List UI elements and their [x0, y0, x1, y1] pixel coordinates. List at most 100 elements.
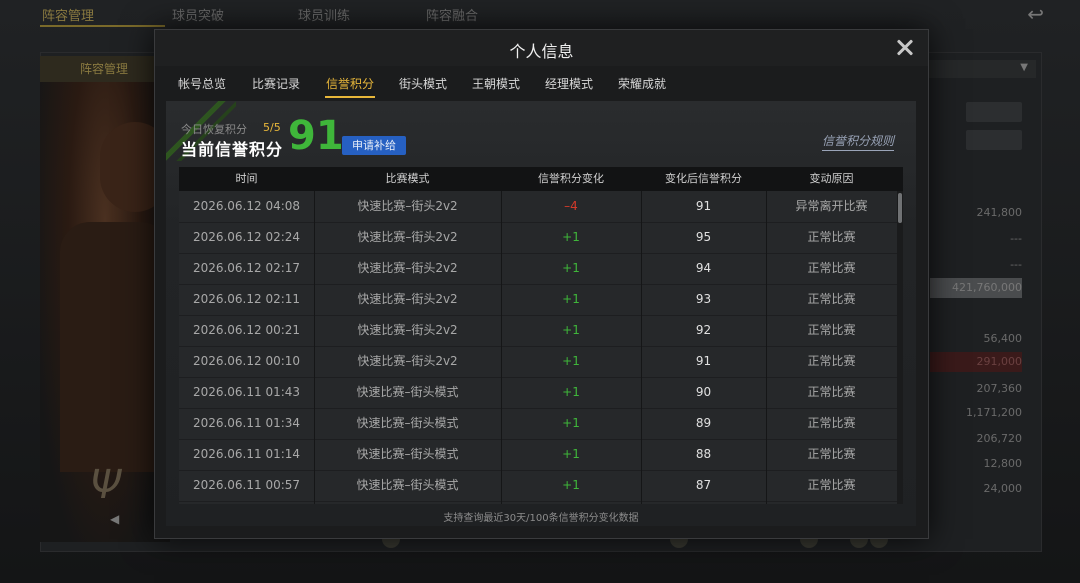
tab-dynasty-mode[interactable]: 王朝模式 — [471, 70, 521, 98]
table-body: 2026.06.12 04:08 快速比赛–街头2v2 –4 91 异常离开比赛 2026… — [179, 191, 897, 504]
column-divider — [501, 191, 502, 504]
modal-header: 个人信息 — [155, 30, 928, 66]
player-portrait: Ψ ◀ — [40, 82, 170, 542]
cell-reason: 正常比赛 — [807, 416, 856, 430]
bg-value: 12,800 — [983, 457, 1023, 470]
modal-title: 个人信息 — [509, 42, 574, 61]
table-row: 2026.06.12 00:21 快速比赛–街头2v2 +1 92 正常比赛 — [179, 315, 897, 347]
cell-mode: 快速比赛–街头2v2 — [357, 230, 458, 244]
bg-dropdown[interactable]: ▼ — [928, 60, 1036, 78]
back-arrow-icon[interactable]: ↩ — [1027, 2, 1044, 26]
header-reason: 变动原因 — [809, 172, 854, 185]
cell-time: 2026.06.12 00:10 — [192, 354, 301, 368]
credit-history-table: 时间 比赛模式 信誉积分变化 变化后信誉积分 变动原因 2026.06.12 0… — [179, 167, 903, 504]
player-signature: Ψ — [90, 462, 122, 508]
cell-reason: 正常比赛 — [807, 478, 856, 492]
bg-button-1[interactable] — [966, 102, 1022, 122]
cell-reason: 正常比赛 — [807, 323, 856, 337]
tab-honor-achievements[interactable]: 荣耀成就 — [617, 70, 667, 98]
header-delta: 信誉积分变化 — [538, 172, 604, 185]
table-scrollbar[interactable] — [897, 191, 903, 504]
table-row: 2026.06.11 01:34 快速比赛–街头模式 +1 89 正常比赛 — [179, 408, 897, 440]
cell-reason: 正常比赛 — [807, 354, 856, 368]
cell-after: 91 — [695, 354, 712, 368]
cell-delta: +1 — [562, 261, 580, 275]
cell-time: 2026.06.12 04:08 — [192, 199, 301, 213]
cell-delta: +1 — [562, 323, 580, 337]
cell-mode: 快速比赛–街头2v2 — [357, 199, 458, 213]
cell-mode: 快速比赛–街头模式 — [356, 447, 459, 461]
cell-reason: 正常比赛 — [807, 292, 856, 306]
cell-after: 90 — [695, 385, 712, 399]
table-row: 2026.06.12 02:11 快速比赛–街头2v2 +1 93 正常比赛 — [179, 284, 897, 316]
cell-mode: 快速比赛–街头模式 — [356, 385, 459, 399]
bg-value: --- — [1010, 232, 1022, 245]
close-icon[interactable] — [894, 36, 916, 58]
tab-manager-mode[interactable]: 经理模式 — [544, 70, 594, 98]
tab-credit-score[interactable]: 信誉积分 — [325, 70, 375, 98]
cell-reason: 正常比赛 — [807, 385, 856, 399]
cell-after: 91 — [695, 199, 712, 213]
column-divider — [314, 191, 315, 504]
cell-mode: 快速比赛–街头模式 — [356, 478, 459, 492]
current-score-value: 91 — [288, 113, 344, 159]
modal-tabs: 帐号总览 比赛记录 信誉积分 街头模式 王朝模式 经理模式 荣耀成就 — [155, 70, 928, 98]
cell-time: 2026.06.11 00:57 — [192, 478, 301, 492]
bg-value: 1,171,200 — [966, 406, 1022, 419]
bg-tab-breakthrough[interactable]: 球员突破 — [172, 5, 224, 24]
play-icon[interactable]: ◀ — [110, 512, 119, 526]
personal-info-modal: 个人信息 帐号总览 比赛记录 信誉积分 街头模式 王朝模式 经理模式 荣耀成就 … — [154, 29, 929, 539]
cell-mode: 快速比赛–街头模式 — [356, 416, 459, 430]
bg-tab-lineup[interactable]: 阵容管理 — [42, 5, 94, 24]
recovery-count: 5/5 — [263, 121, 281, 134]
bg-tab-training[interactable]: 球员训练 — [298, 5, 350, 24]
cell-after: 88 — [695, 447, 712, 461]
cell-delta: +1 — [562, 354, 580, 368]
cell-time: 2026.06.11 01:43 — [192, 385, 301, 399]
credit-rules-link[interactable]: 信誉积分规则 — [821, 132, 894, 151]
cell-reason: 正常比赛 — [807, 447, 856, 461]
cell-mode: 快速比赛–街头2v2 — [357, 261, 458, 275]
cell-delta: +1 — [562, 447, 580, 461]
header-mode: 比赛模式 — [385, 172, 430, 185]
column-divider — [766, 191, 767, 504]
recovery-label: 今日恢复积分 — [181, 123, 247, 136]
cell-time: 2026.06.12 02:24 — [192, 230, 301, 244]
bg-subtab-lineup[interactable]: 阵容管理 — [40, 56, 168, 82]
cell-after: 94 — [695, 261, 712, 275]
cell-reason: 异常离开比赛 — [795, 199, 868, 213]
tab-match-records[interactable]: 比赛记录 — [251, 70, 301, 98]
scrollbar-thumb[interactable] — [898, 193, 902, 223]
header-after: 变化后信誉积分 — [665, 172, 742, 185]
table-row: 2026.06.11 00:57 快速比赛–街头模式 +1 87 正常比赛 — [179, 470, 897, 502]
bg-value: 24,000 — [983, 482, 1023, 495]
apply-supply-button[interactable]: 申请补给 — [342, 136, 406, 155]
cell-time: 2026.06.11 01:14 — [192, 447, 301, 461]
cell-time: 2026.06.12 02:11 — [192, 292, 301, 306]
table-row: 2026.06.12 02:24 快速比赛–街头2v2 +1 95 正常比赛 — [179, 222, 897, 254]
credit-score-panel: 今日恢复积分 5/5 当前信誉积分 91 申请补给 信誉积分规则 时间 比赛模式… — [166, 101, 916, 526]
table-row: 2026.06.12 02:17 快速比赛–街头2v2 +1 94 正常比赛 — [179, 253, 897, 285]
cell-mode: 快速比赛–街头2v2 — [357, 292, 458, 306]
cell-delta: +1 — [562, 292, 580, 306]
cell-mode: 快速比赛–街头2v2 — [357, 354, 458, 368]
bg-value: 241,800 — [976, 206, 1023, 219]
cell-mode: 快速比赛–街头2v2 — [357, 323, 458, 337]
bg-value: 207,360 — [976, 382, 1023, 395]
table-row: 2026.06.11 01:43 快速比赛–街头模式 +1 90 正常比赛 — [179, 377, 897, 409]
bg-button-2[interactable] — [966, 130, 1022, 150]
table-row: 2026.06.12 00:10 快速比赛–街头2v2 +1 91 正常比赛 — [179, 346, 897, 378]
bg-tab-fusion[interactable]: 阵容融合 — [426, 5, 478, 24]
tab-account-overview[interactable]: 帐号总览 — [177, 70, 227, 98]
cell-time: 2026.06.12 00:21 — [192, 323, 301, 337]
bg-subtab-label: 阵容管理 — [79, 62, 128, 76]
tab-street-mode[interactable]: 街头模式 — [398, 70, 448, 98]
cell-reason: 正常比赛 — [807, 230, 856, 244]
bg-value-highlight: 421,760,000 — [930, 278, 1022, 298]
background-top-nav: 阵容管理 球员突破 球员训练 阵容融合 — [0, 0, 1080, 28]
column-divider — [641, 191, 642, 504]
bg-value: 56,400 — [983, 332, 1023, 345]
cell-delta: +1 — [562, 478, 580, 492]
cell-after: 92 — [695, 323, 712, 337]
table-row: 2026.06.12 04:08 快速比赛–街头2v2 –4 91 异常离开比赛 — [179, 191, 897, 223]
